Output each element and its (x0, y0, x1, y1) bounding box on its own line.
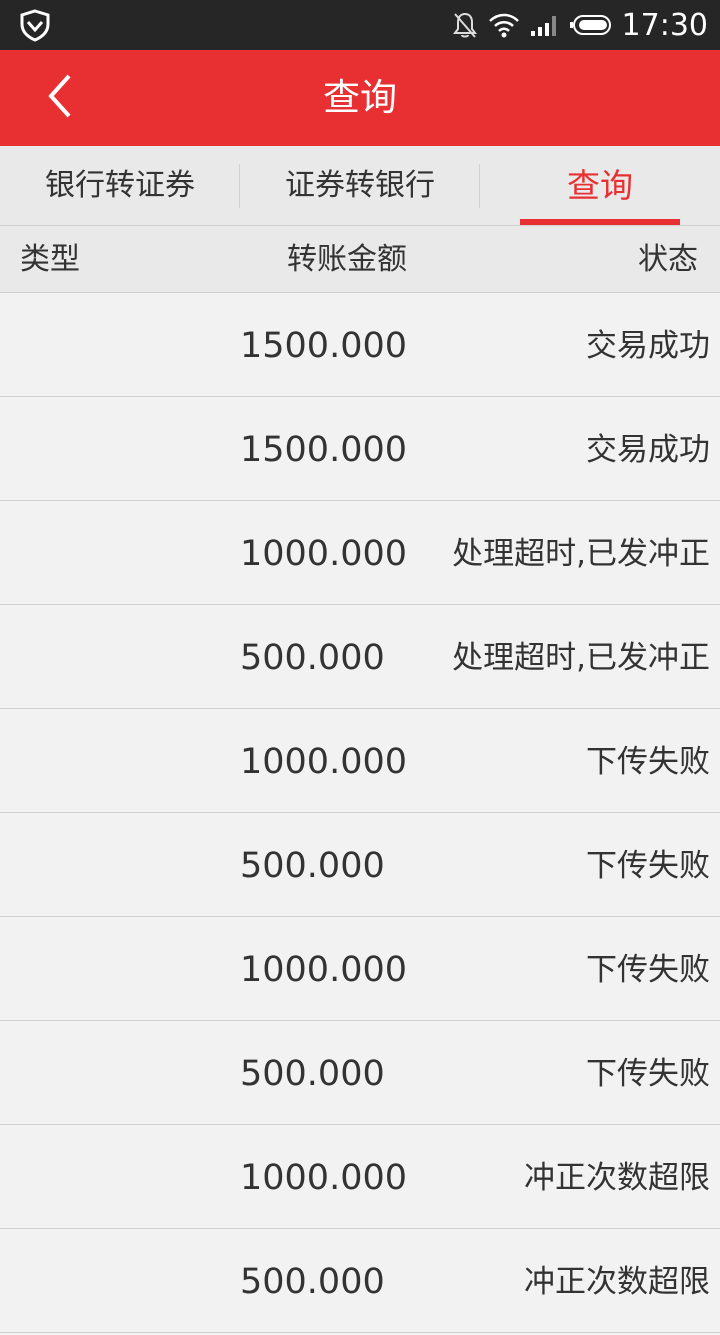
signal-icon (530, 13, 560, 37)
row-status: 处理超时,已发冲正 (452, 536, 710, 572)
row-status: 交易成功 (586, 432, 710, 468)
status-icons: 17:30 (452, 0, 708, 50)
row-status: 处理超时,已发冲正 (452, 640, 710, 676)
status-bar: 17:30 (0, 0, 720, 50)
table-header: 类型 转账金额 状态 (0, 226, 720, 293)
row-amount: 500.000 (240, 1262, 385, 1302)
column-header-amount: 转账金额 (287, 242, 407, 277)
table-row[interactable]: 500.000 冲正次数超限 (0, 1229, 720, 1333)
transfer-list[interactable]: 1500.000 交易成功 1500.000 交易成功 1000.000 处理超… (0, 293, 720, 1333)
column-header-type: 类型 (20, 242, 80, 277)
tab-bar: 银行转证券 证券转银行 查询 (0, 146, 720, 226)
row-status: 下传失败 (586, 1056, 710, 1092)
table-row[interactable]: 1500.000 交易成功 (0, 293, 720, 397)
tab-label: 银行转证券 (45, 168, 195, 203)
tab-bank-to-securities[interactable]: 银行转证券 (0, 146, 240, 225)
row-amount: 500.000 (240, 1054, 385, 1094)
tab-label: 证券转银行 (285, 168, 435, 203)
row-status: 冲正次数超限 (524, 1160, 710, 1196)
bell-off-icon (452, 11, 478, 39)
shield-icon (18, 8, 52, 42)
row-amount: 500.000 (240, 638, 385, 678)
row-amount: 500.000 (240, 846, 385, 886)
tab-query[interactable]: 查询 (480, 146, 720, 225)
row-status: 交易成功 (586, 328, 710, 364)
row-status: 冲正次数超限 (524, 1264, 710, 1300)
table-row[interactable]: 1500.000 交易成功 (0, 397, 720, 501)
row-amount: 1500.000 (240, 326, 408, 366)
page-title: 查询 (323, 76, 397, 119)
row-amount: 1000.000 (240, 950, 408, 990)
table-row[interactable]: 1000.000 处理超时,已发冲正 (0, 501, 720, 605)
table-row[interactable]: 500.000 处理超时,已发冲正 (0, 605, 720, 709)
active-tab-indicator (520, 219, 680, 225)
tab-label: 查询 (567, 166, 633, 205)
battery-icon (569, 14, 612, 36)
row-amount: 1000.000 (240, 534, 408, 574)
table-row[interactable]: 1000.000 冲正次数超限 (0, 1125, 720, 1229)
row-amount: 1000.000 (240, 1158, 408, 1198)
table-row[interactable]: 1000.000 下传失败 (0, 709, 720, 813)
table-row[interactable]: 1000.000 下传失败 (0, 917, 720, 1021)
clock-time: 17:30 (621, 7, 708, 43)
row-amount: 1500.000 (240, 430, 408, 470)
row-status: 下传失败 (586, 744, 710, 780)
table-row[interactable]: 500.000 下传失败 (0, 813, 720, 917)
table-row[interactable]: 500.000 下传失败 (0, 1021, 720, 1125)
tab-securities-to-bank[interactable]: 证券转银行 (240, 146, 480, 225)
wifi-icon (488, 12, 520, 38)
column-header-status: 状态 (638, 242, 698, 277)
row-status: 下传失败 (586, 848, 710, 884)
row-amount: 1000.000 (240, 742, 408, 782)
app-bar: 查询 (0, 50, 720, 146)
row-status: 下传失败 (586, 952, 710, 988)
